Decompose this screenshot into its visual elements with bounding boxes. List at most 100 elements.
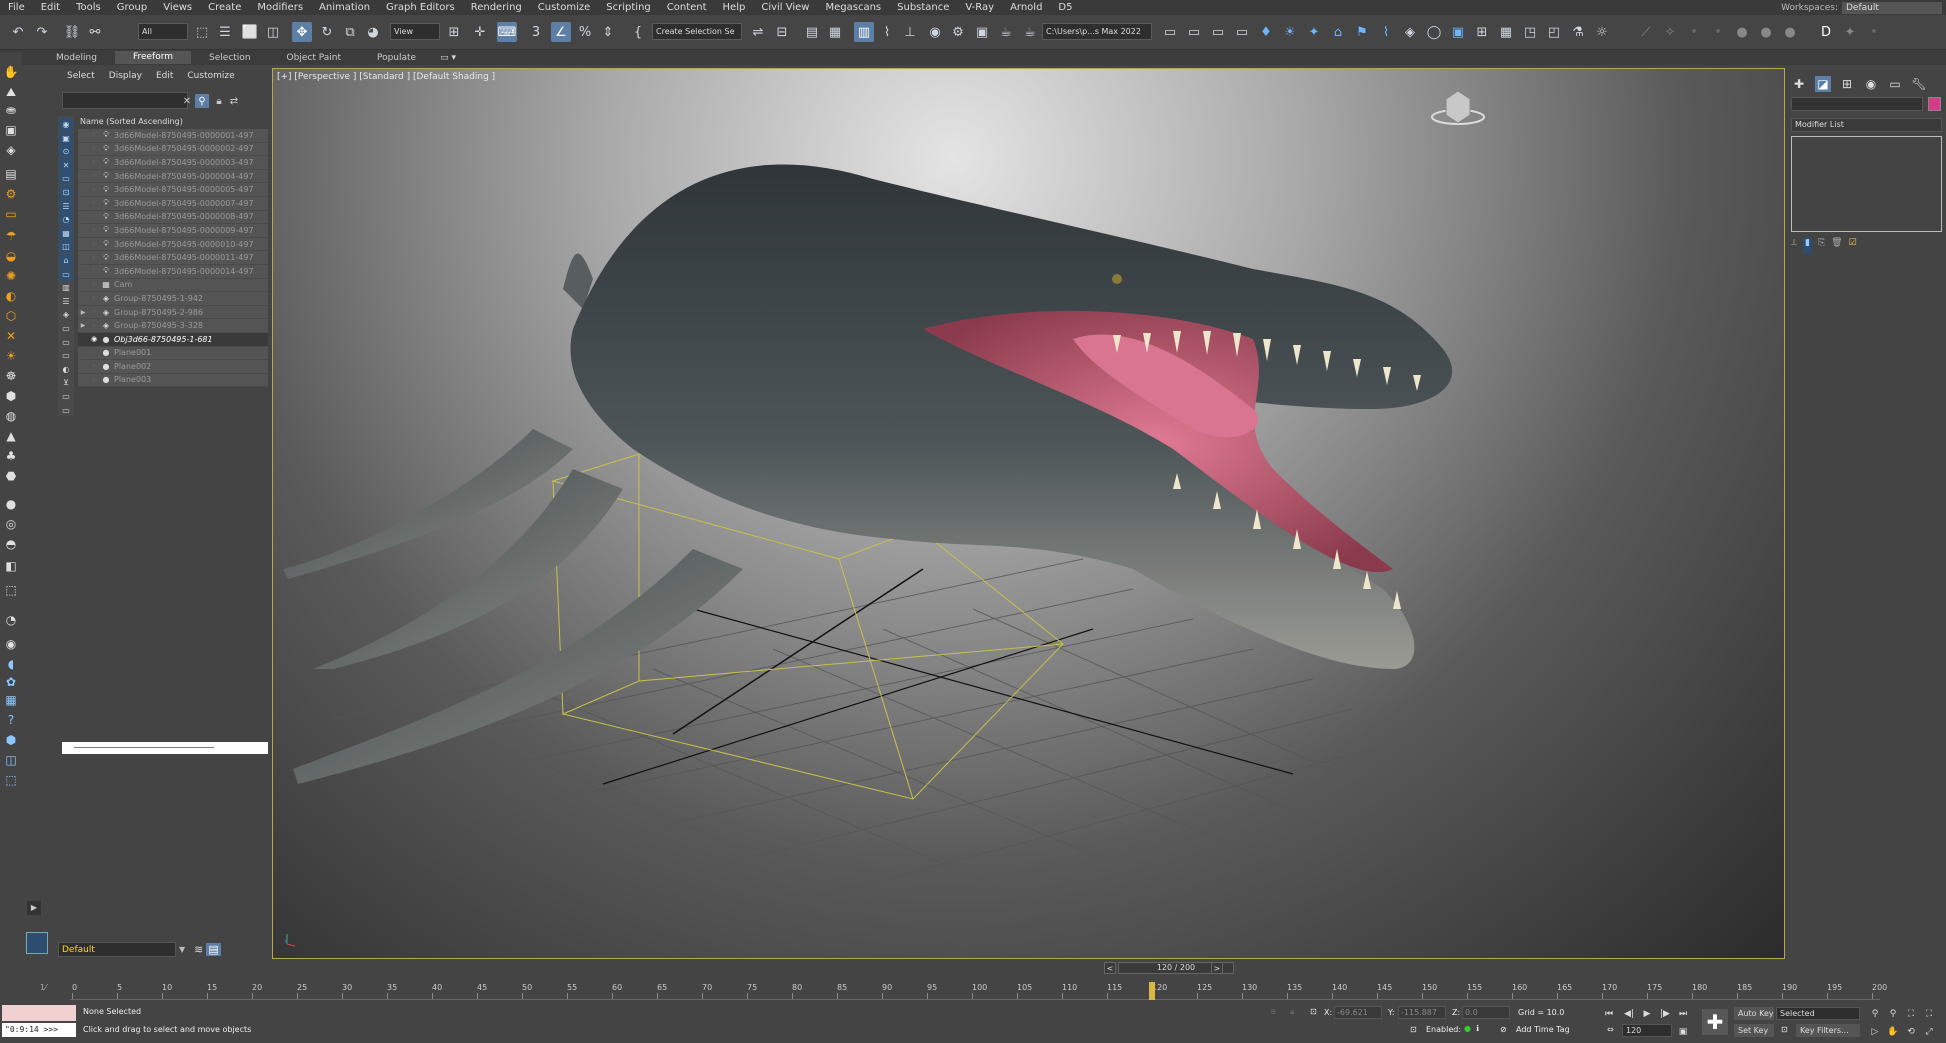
remove-modifier-icon[interactable]: 🗑︎ xyxy=(1831,238,1842,254)
hex-icon[interactable]: ⬡ xyxy=(3,308,19,324)
menu-animation[interactable]: Animation xyxy=(311,2,378,13)
object-name-field[interactable] xyxy=(1791,97,1923,111)
display-filter-icon[interactable]: ◔ xyxy=(59,213,73,227)
arnold-dot-icon[interactable]: • xyxy=(1708,22,1728,42)
visibility-eye-icon[interactable]: ◦ xyxy=(88,267,100,275)
redo-icon[interactable]: ↷ xyxy=(32,22,52,42)
layers-icon[interactable]: ▤ xyxy=(3,166,19,182)
visibility-eye-icon[interactable]: ◦ xyxy=(88,240,100,248)
scene-scrollbar[interactable] xyxy=(62,742,268,754)
material-editor-icon[interactable]: ◉ xyxy=(925,22,945,42)
d5-settings-icon[interactable]: ✦ xyxy=(1840,22,1860,42)
display-filter-icon[interactable]: ▭ xyxy=(59,336,73,349)
zoom-icon[interactable]: ⚲ xyxy=(1868,1007,1882,1021)
viewport-layout-icon[interactable] xyxy=(26,932,48,954)
display-filter-icon[interactable]: ▦ xyxy=(59,226,73,240)
add-time-tag[interactable]: Add Time Tag xyxy=(1516,1025,1570,1034)
vray-render-icon[interactable]: ◰ xyxy=(1544,22,1564,42)
expand-arrow-icon[interactable]: ▶ xyxy=(78,322,88,329)
vray-mesh-icon[interactable]: ⚑ xyxy=(1352,22,1372,42)
layers-icon[interactable]: ≋ xyxy=(194,943,203,956)
window-icon[interactable]: ◫ xyxy=(3,752,19,768)
spinner-snap-icon[interactable]: ⇕ xyxy=(598,22,618,42)
track-bar-toggle[interactable]: 1⁄ xyxy=(40,983,46,992)
make-unique-icon[interactable]: ⎘ xyxy=(1818,238,1825,254)
ribbon-tab-populate[interactable]: Populate xyxy=(359,53,434,63)
display-filter-icon[interactable]: ⊡ xyxy=(59,186,73,199)
menu-edit[interactable]: Edit xyxy=(33,2,68,13)
folder-icon[interactable]: ▭ xyxy=(1208,22,1228,42)
display-tab-icon[interactable]: ▭ xyxy=(1887,76,1903,92)
scene-search-input[interactable] xyxy=(62,92,188,109)
gear-icon[interactable]: ⚙ xyxy=(3,186,19,202)
visibility-eye-icon[interactable]: ◦ xyxy=(88,322,100,330)
cone-icon[interactable]: ▲ xyxy=(3,428,19,444)
place-icon[interactable]: ◕ xyxy=(363,22,383,42)
terrain-icon[interactable]: ⛰ xyxy=(3,84,19,100)
render-production-icon[interactable]: ☕ xyxy=(996,22,1016,42)
menu-file[interactable]: File xyxy=(0,2,33,13)
edit-named-sets-icon[interactable]: { xyxy=(628,22,648,42)
display-filter-icon[interactable]: ▭ xyxy=(59,172,73,186)
dome-icon[interactable]: ◒ xyxy=(3,248,19,264)
curve-editor-icon[interactable]: ⌇ xyxy=(877,22,897,42)
visibility-eye-icon[interactable]: ◦ xyxy=(88,254,100,262)
menu-group[interactable]: Group xyxy=(109,2,155,13)
vray-frame-buffer-icon[interactable]: ▦ xyxy=(1496,22,1516,42)
select-by-name-icon[interactable]: ☰ xyxy=(215,22,235,42)
sun-icon[interactable]: ☀ xyxy=(1280,22,1300,42)
goto-end-icon[interactable]: ⏭ xyxy=(1676,1007,1690,1021)
time-tag-icon[interactable]: ⊘ xyxy=(1500,1025,1507,1034)
visibility-eye-icon[interactable]: ◦ xyxy=(88,281,100,289)
rendered-frame-window-icon[interactable]: ▣ xyxy=(972,22,992,42)
umbrella-icon[interactable]: ☂ xyxy=(3,228,19,244)
visibility-eye-icon[interactable]: ◦ xyxy=(88,349,100,357)
scene-menu-display[interactable]: Display xyxy=(102,71,149,81)
display-filter-icon[interactable]: ◫ xyxy=(59,240,73,254)
set-key-big-button[interactable]: ✚ xyxy=(1702,1009,1728,1035)
vray-proxy-icon[interactable]: ◈ xyxy=(1400,22,1420,42)
scene-list-item[interactable]: ◦ ● Plane002 xyxy=(78,360,268,374)
arnold-sphere-icon[interactable]: ● xyxy=(1756,22,1776,42)
ribbon-tab-freeform[interactable]: Freeform xyxy=(114,51,192,64)
next-frame-arrow[interactable]: > xyxy=(1211,962,1223,974)
visibility-eye-icon[interactable]: ◦ xyxy=(88,131,100,139)
sphere-icon[interactable]: ◍ xyxy=(3,408,19,424)
viewport-label[interactable]: [+] [Perspective ] [Standard ] [Default … xyxy=(277,72,495,82)
scene-list-item[interactable]: ◦ 💡︎ 3d66Model-8750495-0000010-497 xyxy=(78,237,268,252)
cube-icon[interactable]: ◈ xyxy=(3,142,19,158)
visibility-eye-icon[interactable]: ◦ xyxy=(88,376,100,384)
align-icon[interactable]: ⊟ xyxy=(772,22,792,42)
arnold-light-icon[interactable]: ✧ xyxy=(1660,22,1680,42)
prev-key-icon[interactable]: ◀| xyxy=(1622,1007,1636,1021)
ribbon-tab-object-paint[interactable]: Object Paint xyxy=(269,53,359,63)
chevron-down-icon[interactable]: ▼ xyxy=(179,945,185,954)
pin-stack-icon[interactable]: ⟂ xyxy=(1791,238,1797,254)
arnold-sphere-icon[interactable]: ● xyxy=(1732,22,1752,42)
z-coordinate-field[interactable]: 0.0 xyxy=(1462,1006,1510,1019)
key-filters-button[interactable]: Key Filters... xyxy=(1796,1024,1860,1037)
display-filter-icon[interactable]: ☰ xyxy=(59,295,73,308)
y-coordinate-field[interactable]: -115.887 xyxy=(1398,1006,1446,1019)
visibility-eye-icon[interactable]: ◦ xyxy=(88,186,100,194)
orbit-icon[interactable]: ⟲ xyxy=(1904,1025,1918,1039)
hexagon-icon[interactable]: ⬢ xyxy=(3,388,19,404)
scene-list-item[interactable]: ◦ 💡︎ 3d66Model-8750495-0000011-497 xyxy=(78,251,268,265)
menu-customize[interactable]: Customize xyxy=(530,2,599,13)
vray-dome-icon[interactable]: ⌂ xyxy=(1328,22,1348,42)
torus-icon[interactable]: ◓ xyxy=(3,536,19,552)
arnold-icon[interactable]: ⟋ xyxy=(1636,22,1656,42)
visibility-eye-icon[interactable]: ◦ xyxy=(88,294,100,302)
display-filter-icon[interactable]: ▭ xyxy=(59,404,73,417)
display-filter-icon[interactable]: ▭ xyxy=(59,390,73,403)
scene-list-item[interactable]: ◦ 💡︎ 3d66Model-8750495-0000008-497 xyxy=(78,210,268,225)
scene-list-item[interactable]: ◦ 💡︎ 3d66Model-8750495-0000001-497 xyxy=(78,129,268,143)
menu-views[interactable]: Views xyxy=(155,2,200,13)
display-filter-icon[interactable]: ⊙ xyxy=(59,145,73,159)
vray-bulb-icon[interactable]: ☼ xyxy=(1592,22,1612,42)
project-icon[interactable]: ▭ xyxy=(1160,22,1180,42)
capsule-icon[interactable]: ◖ xyxy=(3,656,19,672)
sun-icon[interactable]: ☀ xyxy=(3,348,19,364)
frame-icon[interactable]: ⬚ xyxy=(3,582,19,598)
scene-list-item[interactable]: ◦ 💡︎ 3d66Model-8750495-0000005-497 xyxy=(78,183,268,197)
